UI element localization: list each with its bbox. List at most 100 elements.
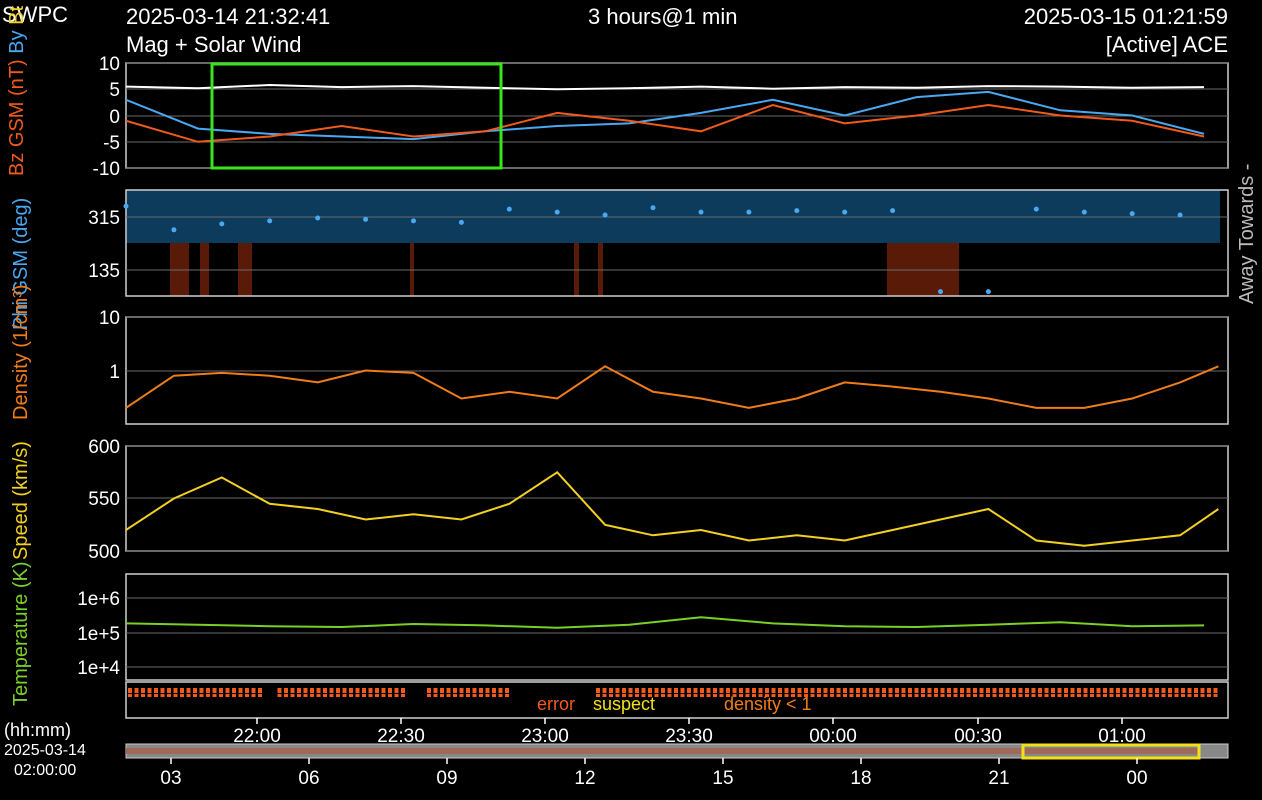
flag-mark	[394, 694, 399, 697]
solar-wind-chart[interactable]: 10 5 0 -5 -10 315 135 10 1 600 550 500 1e+6 1e+5 1e+4 2…	[0, 0, 1262, 800]
flag-mark	[180, 694, 184, 697]
flag-mark	[505, 694, 509, 697]
flag-mark	[323, 694, 327, 697]
flag-mark	[882, 694, 886, 697]
flag-mark	[979, 688, 984, 693]
flag-mark	[674, 688, 678, 693]
flag-mark	[245, 694, 249, 697]
flag-mark	[966, 688, 971, 693]
flag-mark	[251, 694, 256, 697]
flag-mark	[1025, 688, 1029, 693]
flag-mark	[687, 688, 691, 693]
flag-mark	[1161, 688, 1166, 693]
flag-mark	[1142, 694, 1146, 697]
flag-mark	[934, 694, 938, 697]
flag-mark	[596, 688, 600, 693]
flag-mark	[466, 688, 470, 693]
flag-mark	[1038, 688, 1042, 693]
flag-mark	[992, 694, 997, 697]
flag-mark	[992, 688, 997, 693]
navigator-tick-label: 21	[988, 768, 1009, 789]
flag-mark	[1174, 688, 1179, 693]
phi-point	[985, 289, 991, 295]
flag-mark	[297, 688, 301, 693]
flag-mark	[505, 688, 509, 693]
flag-mark	[251, 688, 256, 693]
density-line	[125, 365, 1219, 409]
flag-mark	[654, 694, 659, 697]
navigator-tick-label: 09	[436, 768, 457, 789]
flag-mark	[154, 688, 158, 693]
flag-mark	[232, 694, 236, 697]
flag-mark	[1077, 688, 1081, 693]
flag-mark	[1031, 688, 1036, 693]
phi-point	[315, 215, 321, 221]
flag-mark	[953, 688, 958, 693]
flag-mark	[277, 688, 282, 693]
flag-mark	[303, 694, 308, 697]
flag-mark	[160, 694, 165, 697]
flag-mark	[726, 688, 730, 693]
flag-mark	[193, 688, 197, 693]
flag-mark	[277, 694, 282, 697]
flag-mark	[1090, 688, 1094, 693]
density-axis-label: Density (1/cm³)	[10, 284, 32, 420]
flag-mark	[349, 688, 353, 693]
flag-mark	[921, 688, 925, 693]
flag-mark	[368, 688, 373, 693]
flag-mark	[401, 694, 405, 697]
flag-mark	[147, 694, 152, 697]
flag-mark	[1025, 694, 1029, 697]
flag-mark	[648, 688, 652, 693]
bz-axis-label: Bz GSM (nT) By Bt	[6, 6, 29, 176]
flag-mark	[375, 688, 379, 693]
flag-mark	[453, 694, 457, 697]
flag-mark	[1213, 694, 1218, 697]
flag-mark	[381, 688, 386, 693]
phi-point	[219, 221, 225, 227]
flag-mark	[355, 688, 360, 693]
flag-mark	[297, 694, 301, 697]
flag-mark	[290, 694, 295, 697]
flag-mark	[888, 688, 893, 693]
flag-mark	[362, 694, 366, 697]
flag-mark	[310, 694, 314, 697]
flag-mark	[986, 688, 990, 693]
flag-mark	[336, 688, 340, 693]
flag-mark	[238, 688, 243, 693]
flag-mark	[778, 688, 782, 693]
phi-point	[458, 219, 464, 225]
flag-mark	[667, 694, 672, 697]
speed-axis-label: Speed (km/s)	[10, 441, 32, 560]
flag-mark	[141, 694, 145, 697]
flag-mark	[381, 694, 386, 697]
flag-mark	[316, 694, 321, 697]
phi-point	[171, 227, 177, 233]
flag-mark	[433, 688, 438, 693]
flag-mark	[310, 688, 314, 693]
nav-time: 02:00:00	[14, 762, 77, 779]
flag-mark	[1057, 688, 1062, 693]
speed-tick-label: 500	[88, 542, 120, 563]
flag-mark	[732, 688, 737, 693]
flag-mark	[472, 694, 477, 697]
flag-mark	[986, 694, 990, 697]
flag-mark	[167, 694, 171, 697]
flag-mark	[706, 688, 711, 693]
flag-mark	[316, 688, 321, 693]
flag-mark	[973, 688, 977, 693]
flag-mark	[817, 688, 821, 693]
flag-mark	[355, 694, 360, 697]
flag-mark	[1155, 694, 1159, 697]
flag-mark	[797, 688, 802, 693]
flag-mark	[1077, 694, 1081, 697]
flag-mark	[849, 694, 854, 697]
flag-mark	[654, 688, 659, 693]
flag-mark	[1194, 694, 1198, 697]
flag-mark	[446, 694, 451, 697]
flag-mark	[960, 694, 964, 697]
phi-point	[123, 203, 129, 209]
flag-mark	[810, 688, 815, 693]
flag-mark	[1103, 688, 1107, 693]
flag-mark	[427, 694, 431, 697]
